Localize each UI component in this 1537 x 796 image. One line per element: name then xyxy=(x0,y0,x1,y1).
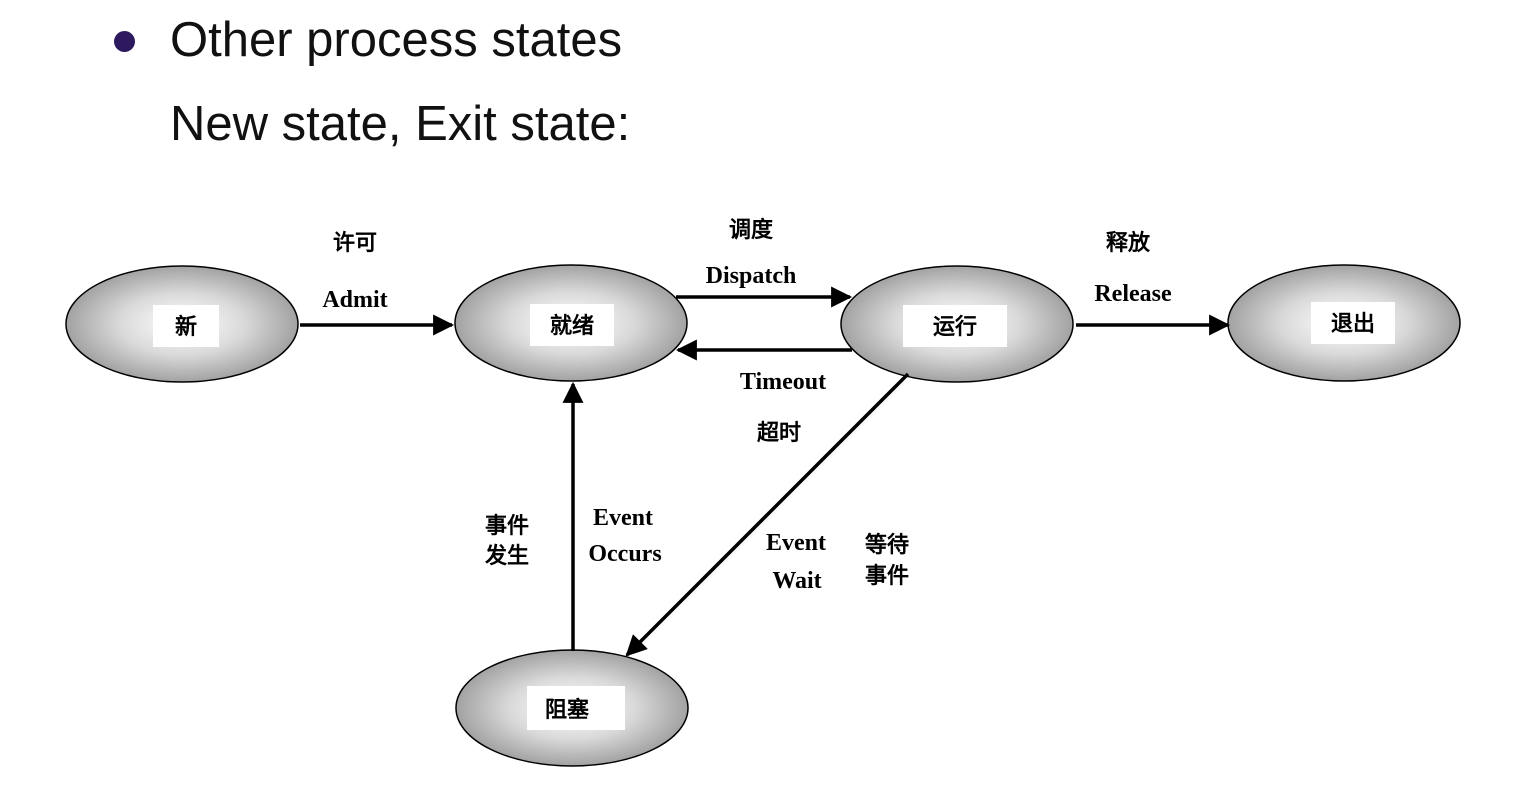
label-event-occurs-en-2: Occurs xyxy=(588,541,661,567)
state-ready: 就绪 xyxy=(454,264,688,382)
state-blocked: 阻塞 xyxy=(455,649,689,767)
label-event-occurs-zh-1: 事件 xyxy=(485,513,529,539)
state-new: 新 xyxy=(65,265,299,383)
state-exit: 退出 xyxy=(1227,264,1461,382)
label-admit-en: Admit xyxy=(322,287,387,313)
state-new-label: 新 xyxy=(175,314,197,340)
label-event-wait-en-1: Event xyxy=(766,530,826,556)
label-event-occurs-en-1: Event xyxy=(593,505,653,531)
label-event-wait-zh-1: 等待 xyxy=(865,532,909,558)
label-event-wait-zh-2: 事件 xyxy=(865,563,909,589)
state-ready-label: 就绪 xyxy=(550,313,594,339)
label-event-occurs-zh-2: 发生 xyxy=(484,543,529,569)
label-release-en: Release xyxy=(1094,281,1172,307)
label-dispatch-en: Dispatch xyxy=(706,263,797,289)
process-state-diagram: 新 就绪 运行 退出 阻塞 许可 Admit 调度 Dispatch Timeo… xyxy=(65,217,1461,767)
state-blocked-label: 阻塞 xyxy=(545,697,590,723)
state-running: 运行 xyxy=(840,265,1074,383)
label-dispatch-zh: 调度 xyxy=(729,217,774,243)
label-admit-zh: 许可 xyxy=(333,230,377,256)
label-event-wait-en-2: Wait xyxy=(772,568,821,594)
label-timeout-en: Timeout xyxy=(740,369,826,395)
label-timeout-zh: 超时 xyxy=(757,421,801,446)
state-running-label: 运行 xyxy=(933,314,977,340)
state-exit-label: 退出 xyxy=(1331,311,1375,337)
label-release-zh: 释放 xyxy=(1106,230,1151,256)
